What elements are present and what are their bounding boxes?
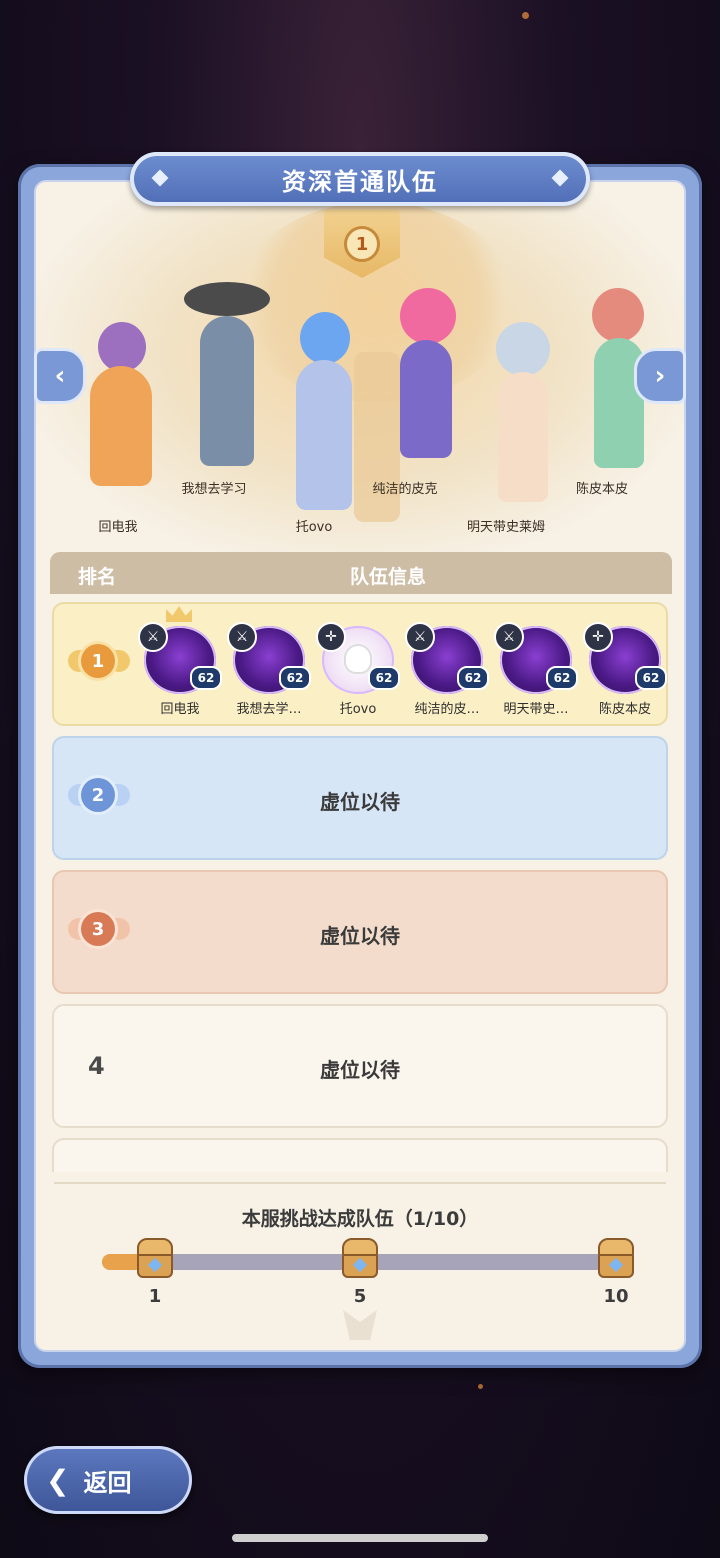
member-name: 纯洁的皮… [414, 702, 480, 717]
back-button[interactable]: ❮ 返回 [24, 1446, 192, 1514]
character-name: 陈皮本皮 [575, 482, 629, 497]
reward-chest-icon[interactable] [342, 1238, 378, 1278]
diamond-ornament [551, 169, 569, 187]
vacant-slot-text: 虚位以待 [320, 790, 400, 814]
showcase-rank-number: 1 [344, 226, 380, 262]
back-button-label: 返回 [83, 1468, 132, 1497]
character-sprite [174, 282, 274, 502]
member-name: 明天带史… [503, 702, 569, 717]
sword-icon: ⚔ [227, 622, 257, 652]
reward-chest-icon[interactable] [598, 1238, 634, 1278]
member-name: 托ovo [339, 702, 377, 717]
character-name: 纯洁的皮克 [372, 482, 438, 497]
previous-arrow-button[interactable]: ‹ [34, 348, 86, 404]
divider [54, 1182, 666, 1184]
page-title: 资深首通队伍 [282, 167, 438, 196]
sword-icon: ⚔ [138, 622, 168, 652]
character-sprite [280, 312, 370, 532]
team-row[interactable]: 2 虚位以待 [52, 736, 668, 860]
team-member[interactable]: ✛ 62 托ovo [316, 622, 400, 722]
character-name: 回电我 [98, 520, 138, 535]
sword-icon: ⚔ [494, 622, 524, 652]
character-name: 我想去学习 [181, 482, 247, 497]
diamond-ornament [151, 169, 169, 187]
cross-icon: ✛ [316, 622, 346, 652]
team-showcase: 1 回电我 我想去学习 托ovo 纯洁的皮克 明天带史莱姆 陈皮本皮 [36, 182, 684, 562]
decorative-emblem [298, 1310, 422, 1340]
character-sprite [76, 322, 166, 522]
reward-chest-icon[interactable] [137, 1238, 173, 1278]
sword-icon: ⚔ [405, 622, 435, 652]
character-sprite [382, 288, 474, 488]
vacant-slot-text: 虚位以待 [320, 1058, 400, 1082]
team-info-column-header: 队伍信息 [350, 566, 427, 588]
ember-particle [522, 12, 529, 19]
character-name: 托ovo [295, 520, 333, 535]
next-arrow-button[interactable]: › [634, 348, 686, 404]
team-member[interactable]: ⚔ 62 纯洁的皮… [405, 622, 489, 722]
member-level: 62 [635, 666, 667, 690]
bear-icon [346, 646, 370, 672]
team-member[interactable]: ⚔ 62 明天带史… [494, 622, 578, 722]
member-level: 62 [368, 666, 400, 690]
member-level: 62 [457, 666, 489, 690]
progress-title: 本服挑战达成队伍（1/10） [241, 1208, 479, 1230]
crown-icon [166, 606, 192, 622]
team-row[interactable]: 3 虚位以待 [52, 870, 668, 994]
home-indicator[interactable] [232, 1534, 488, 1542]
milestone-label: 10 [603, 1286, 629, 1307]
rank-1-badge: 1 [68, 636, 130, 694]
member-name: 我想去学… [236, 702, 302, 717]
title-plate: 资深首通队伍 [130, 152, 590, 206]
team-row[interactable]: 4 虚位以待 [52, 1004, 668, 1128]
team-member[interactable]: ⚔ 62 回电我 [138, 606, 222, 722]
vacant-slot-text: 虚位以待 [320, 924, 400, 948]
team-member[interactable]: ✛ 62 陈皮本皮 [583, 622, 667, 722]
table-header: 排名 队伍信息 [50, 552, 672, 594]
team-member[interactable]: ⚔ 62 我想去学… [227, 622, 311, 722]
panel-content: 1 回电我 我想去学习 托ovo 纯洁的皮克 明天带史莱姆 陈皮本皮 排名 队伍… [34, 180, 686, 1352]
chevron-left-icon: ‹ [54, 361, 66, 391]
chevron-right-icon: › [654, 361, 666, 391]
ember-particle [478, 1384, 483, 1389]
member-level: 62 [546, 666, 578, 690]
milestone-label: 1 [148, 1286, 162, 1307]
rank-number: 1 [81, 644, 115, 678]
cross-icon: ✛ [583, 622, 613, 652]
member-name: 回电我 [160, 702, 200, 717]
character-name: 明天带史莱姆 [466, 520, 546, 535]
member-level: 62 [190, 666, 222, 690]
member-level: 62 [279, 666, 311, 690]
rank-column-header: 排名 [78, 566, 117, 588]
member-name: 陈皮本皮 [598, 702, 651, 717]
team-panel: 1 回电我 我想去学习 托ovo 纯洁的皮克 明天带史莱姆 陈皮本皮 排名 队伍… [18, 164, 702, 1368]
milestone-label: 5 [353, 1286, 367, 1307]
character-sprite [476, 322, 572, 522]
back-arrow-icon: ❮ [46, 1463, 70, 1497]
team-row[interactable]: 1 ⚔ 62 回电我 ⚔ 62 我想去学… ✛ 62 托ovo ⚔ 62 纯洁的… [52, 602, 668, 726]
